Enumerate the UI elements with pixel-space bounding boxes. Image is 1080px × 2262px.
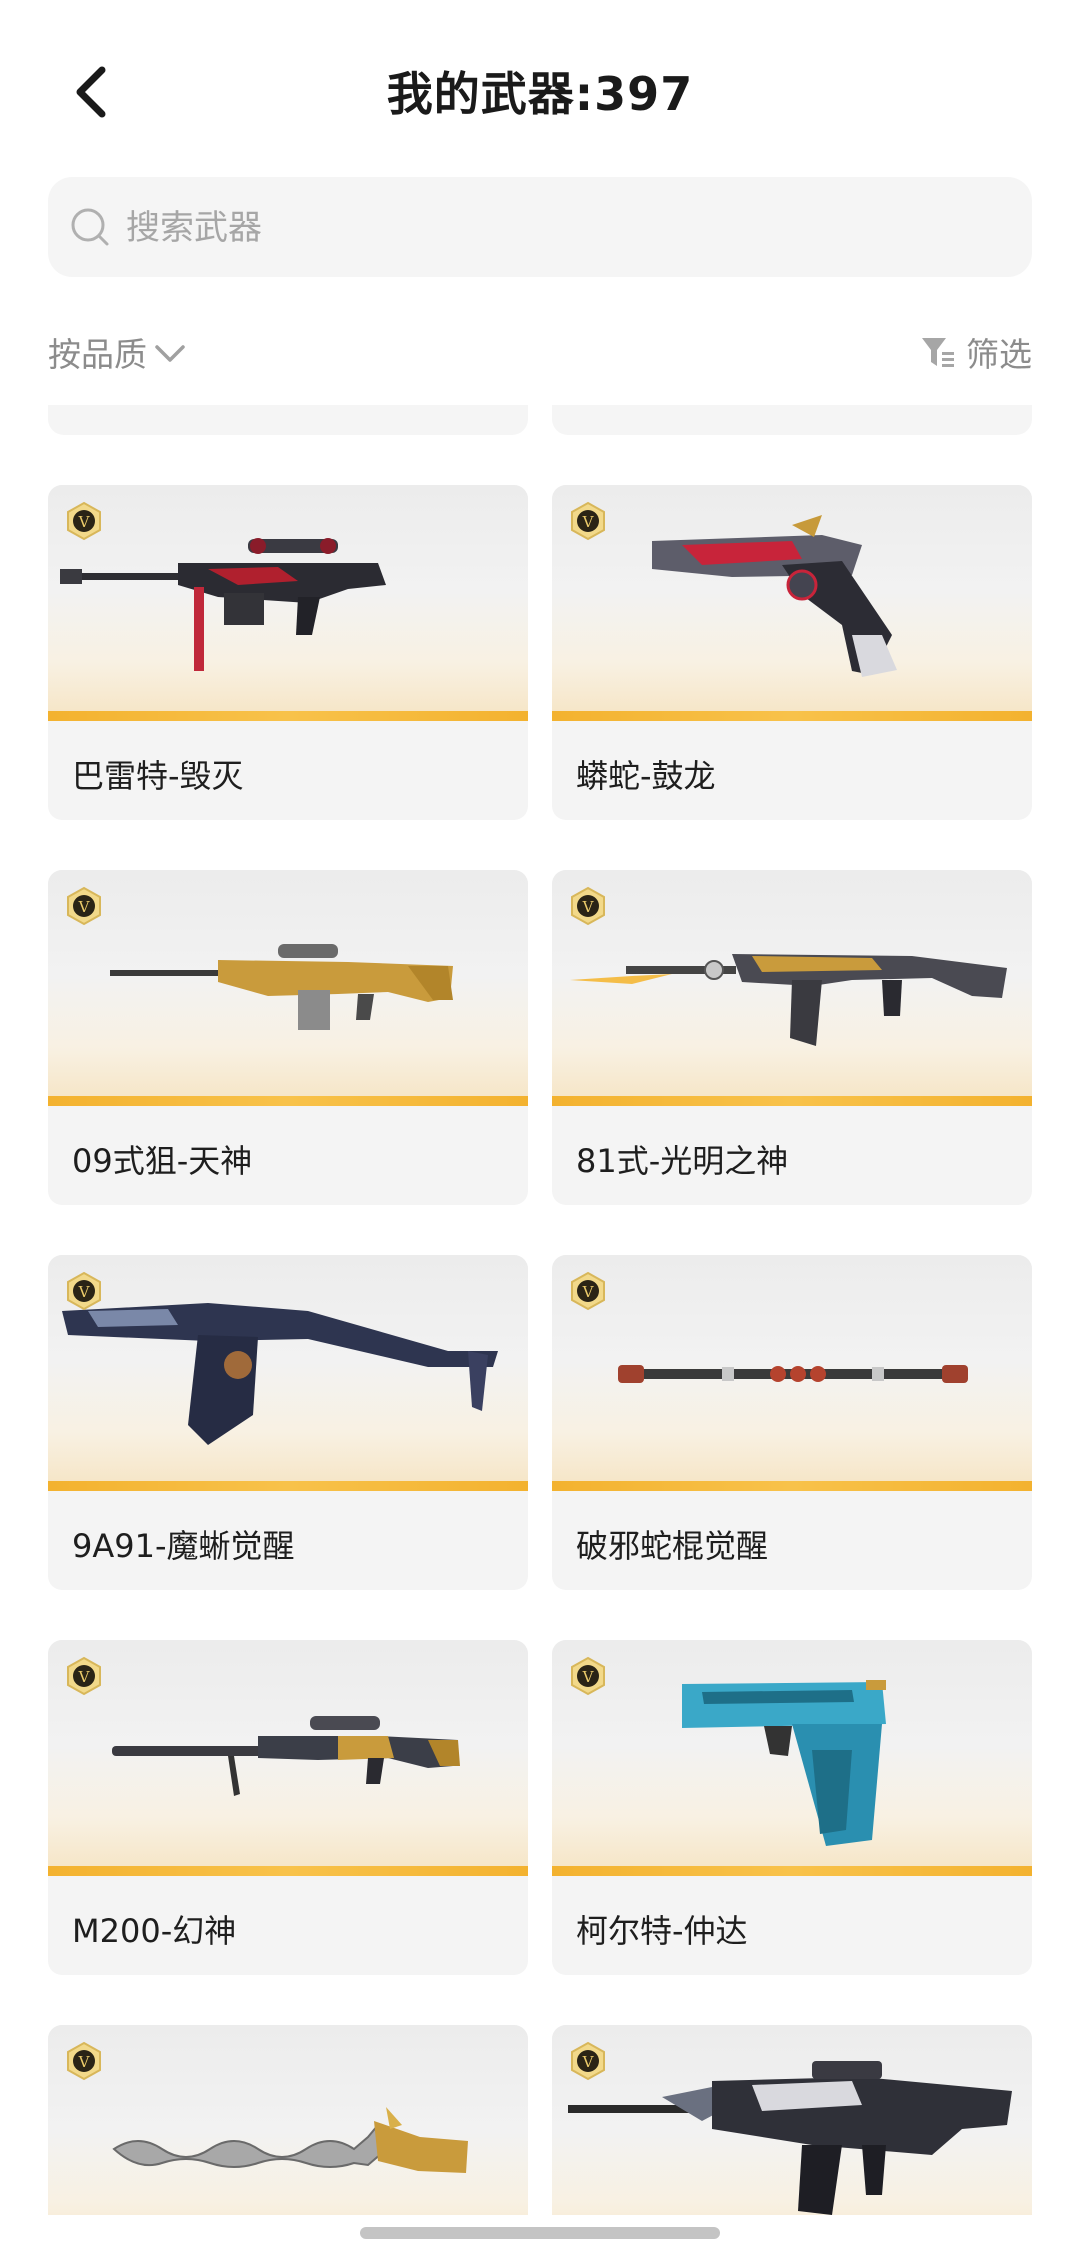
weapon-card[interactable]: V 柯尔特-仲达 [552,1640,1032,1975]
weapon-card[interactable]: V 9A91-魔蜥觉醒 [48,1255,528,1590]
weapon-name: 破邪蛇棍觉醒 [576,1527,769,1565]
rarity-stripe [552,1481,1032,1491]
weapon-name: 蟒蛇-鼓龙 [576,757,716,795]
revolver-icon [652,515,897,677]
search-input[interactable] [124,177,1008,279]
badge-letter: V [78,2053,91,2071]
page-title: 我的武器:397 [386,67,694,121]
vip-badge-icon: V [571,501,605,541]
weapon-card[interactable]: V 巴雷特-毁灭 [48,485,528,820]
weapon-card[interactable]: V 09式狙-天神 [48,870,528,1205]
badge-letter: V [78,513,91,531]
vip-badge-icon: V [67,2041,101,2081]
weapon-name: 09式狙-天神 [72,1142,253,1180]
sniper-rifle-icon [110,944,453,1030]
badge-letter: V [582,2053,595,2071]
weapon-image-area: V [48,1255,528,1491]
rarity-stripe [48,711,528,721]
staff-icon [618,1365,968,1383]
weapon-card[interactable]: V 破邪蛇棍觉醒 [552,1255,1032,1590]
chevron-down-icon [155,345,185,362]
vip-badge-icon: V [571,2041,605,2081]
vip-badge-icon: V [571,886,605,926]
rarity-stripe [48,1866,528,1876]
badge-letter: V [78,1283,91,1301]
sort-by-quality-dropdown[interactable]: 按品质 [48,328,187,376]
sniper-rifle-icon [112,1716,460,1796]
weapon-card[interactable]: V 蟒蛇-鼓龙 [552,485,1032,820]
weapon-image-area: V [48,1640,528,1876]
home-indicator[interactable] [360,2227,720,2239]
search-bar[interactable] [48,177,1032,279]
search-icon [71,208,109,246]
wavy-blade-icon [112,2107,468,2173]
filter-button[interactable]: 筛选 [920,328,1032,376]
badge-letter: V [78,898,91,916]
weapon-card[interactable]: V [48,2025,528,2215]
weapon-image-area: V [48,870,528,1106]
weapon-grid: V 巴雷特-毁灭 V 蟒蛇-鼓龙 V 09式狙-天神 V 81式-光明之神 V … [0,405,1080,2215]
badge-letter: V [582,513,595,531]
weapon-name: 9A91-魔蜥觉醒 [72,1527,295,1565]
vip-badge-icon: V [571,1271,605,1311]
assault-rifle-icon [62,1303,498,1445]
weapon-card-partial[interactable] [48,405,528,435]
assault-rifle-icon [570,954,1007,1046]
filter-icon [922,338,954,367]
vip-badge-icon: V [67,1656,101,1696]
weapon-image-area: V [552,870,1032,1106]
header-bar: 我的武器:397 [0,0,1080,190]
weapon-image-area: V [48,2025,528,2215]
sort-label: 按品质 [48,335,147,374]
badge-letter: V [582,1668,595,1686]
weapon-card-partial[interactable] [552,405,1032,435]
vip-badge-icon: V [67,1271,101,1311]
badge-letter: V [582,1283,595,1301]
filter-label: 筛选 [966,335,1032,374]
weapon-name: M200-幻神 [72,1912,237,1950]
vip-badge-icon: V [571,1656,605,1696]
weapon-card[interactable]: V 81式-光明之神 [552,870,1032,1205]
assault-rifle-icon [568,2061,1012,2215]
vip-badge-icon: V [67,886,101,926]
rarity-stripe [552,1866,1032,1876]
rarity-stripe [48,1481,528,1491]
vip-badge-icon: V [67,501,101,541]
weapon-name: 81式-光明之神 [576,1142,789,1180]
rarity-stripe [552,711,1032,721]
weapon-image-area: V [552,2025,1032,2215]
weapon-image-area: V [48,485,528,721]
weapon-image-area: V [552,1255,1032,1491]
rarity-stripe [552,1096,1032,1106]
weapon-image-area: V [552,1640,1032,1876]
badge-letter: V [78,1668,91,1686]
weapon-name: 柯尔特-仲达 [576,1912,748,1950]
weapon-name: 巴雷特-毁灭 [72,757,244,795]
weapon-image-area: V [552,485,1032,721]
badge-letter: V [582,898,595,916]
weapon-card[interactable]: V M200-幻神 [48,1640,528,1975]
sniper-rifle-icon [60,538,386,671]
rarity-stripe [48,1096,528,1106]
weapon-card[interactable]: V [552,2025,1032,2215]
pistol-icon [682,1680,886,1846]
